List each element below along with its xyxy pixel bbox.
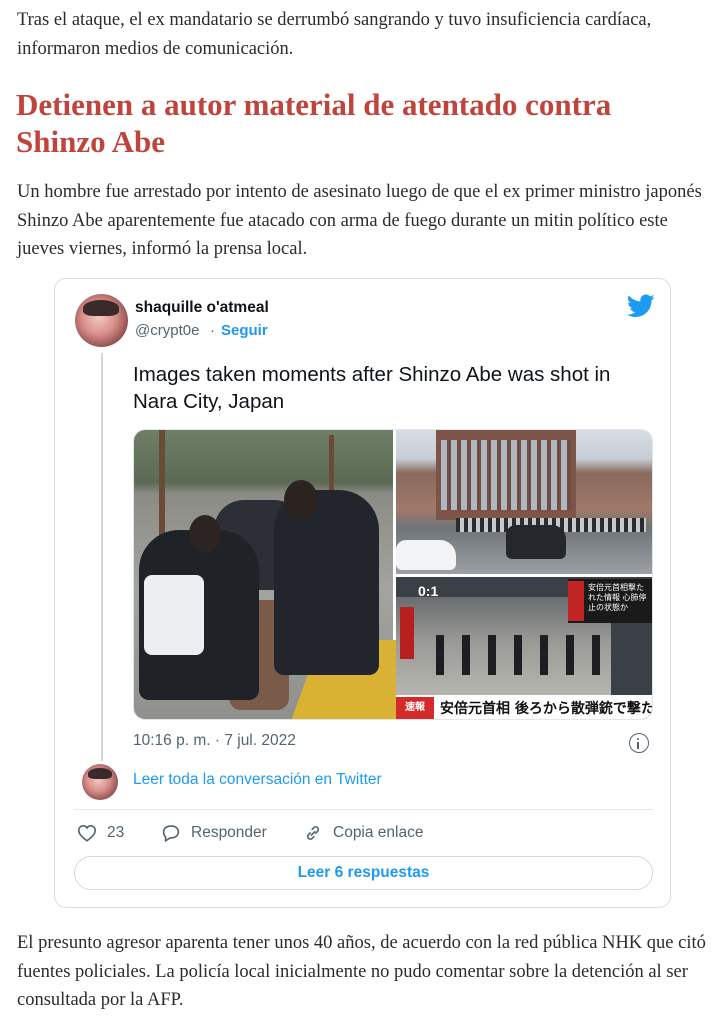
link-icon — [306, 826, 320, 840]
tweet-actions: 23 Responder Copia enlace — [77, 820, 637, 846]
broadcast-clock: 0:1 — [418, 583, 439, 599]
like-count: 23 — [107, 824, 125, 841]
read-conversation-link[interactable]: Leer toda la conversación en Twitter — [133, 771, 382, 789]
read-replies-button[interactable]: Leer 6 respuestas — [74, 856, 653, 890]
thread-line — [101, 353, 103, 761]
article-paragraph-intro: Tras el ataque, el ex mandatario se derr… — [17, 10, 652, 59]
reply-label: Responder — [191, 824, 267, 841]
author-avatar[interactable] — [75, 294, 128, 347]
author-name[interactable]: shaquille o'atmeal — [135, 299, 269, 317]
tweet-timestamp[interactable]: 10:16 p. m. · 7 jul. 2022 — [133, 732, 296, 750]
photo-street-scene[interactable] — [396, 430, 652, 574]
tweet-text: Images taken moments after Shinzo Abe wa… — [133, 363, 611, 413]
embedded-tweet: shaquille o'atmeal @crypt0e · Seguir Ima… — [54, 278, 671, 908]
reply-button[interactable]: Responder — [161, 820, 267, 846]
article-paragraph-lead: Un hombre fue arrestado por intento de a… — [17, 182, 702, 259]
article-headline: Detienen a autor material de atentado co… — [16, 87, 612, 159]
author-handle[interactable]: @crypt0e — [135, 322, 199, 339]
photo-arrest-scene[interactable] — [134, 430, 431, 719]
broadcast-ticker: 安倍元首相 後ろから散弾銃で撃たれたか — [440, 701, 652, 717]
heart-icon — [77, 824, 97, 842]
photo-news-broadcast[interactable]: 0:1 安倍元首相撃たれた情報 心肺停止の状態か 速報 安倍元首相 後ろから散弾… — [396, 577, 652, 719]
broadcast-side-caption: 安倍元首相撃たれた情報 心肺停止の状態か — [588, 583, 647, 612]
tweet-media-grid[interactable]: 0:1 安倍元首相撃たれた情報 心肺停止の状態か 速報 安倍元首相 後ろから散弾… — [133, 429, 653, 720]
follow-button[interactable]: Seguir — [221, 322, 268, 339]
copy-link-label: Copia enlace — [333, 824, 424, 841]
copy-link-button[interactable]: Copia enlace — [303, 820, 423, 846]
breaking-news-tag: 速報 — [396, 697, 434, 719]
conversation-avatar — [82, 764, 118, 800]
article-paragraph-outro: El presunto agresor aparenta tener unos … — [17, 933, 706, 1010]
like-button[interactable]: 23 — [77, 820, 124, 846]
info-icon[interactable] — [629, 733, 649, 753]
divider — [74, 809, 653, 810]
comment-icon — [162, 825, 180, 842]
handle-separator: · — [210, 322, 215, 339]
twitter-bird-icon[interactable] — [627, 294, 655, 318]
